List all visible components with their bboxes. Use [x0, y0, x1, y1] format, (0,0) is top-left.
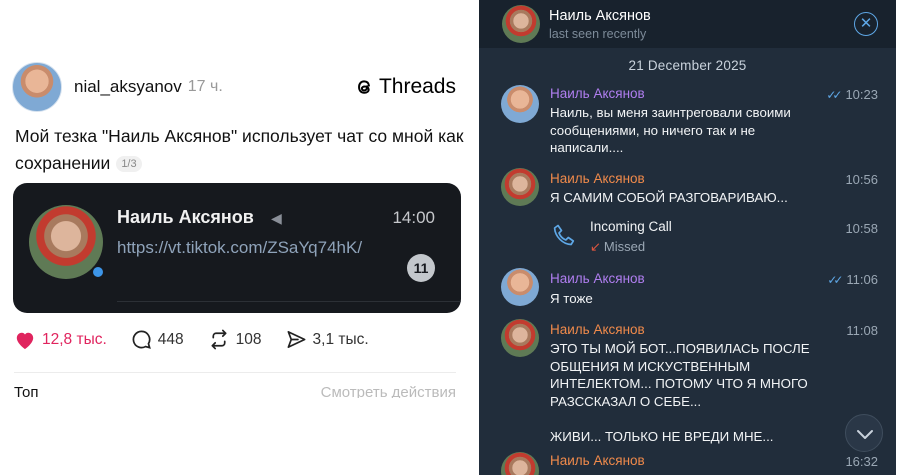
call-status-text: Missed — [603, 239, 646, 254]
post-image-screenshot[interactable]: Наиль Аксянов ◀ 14:00 https://vt.tiktok.… — [13, 183, 461, 313]
contact-status: last seen recently — [549, 27, 647, 41]
message-time: 11:08 — [846, 323, 878, 338]
post-body: Мой тезка "Наиль Аксянов" использует чат… — [15, 126, 464, 173]
sender-avatar[interactable] — [501, 319, 539, 357]
missed-arrow-icon: ↙ — [590, 239, 601, 254]
share-count: 3,1 тыс. — [312, 330, 369, 348]
message-time: ✓✓ 11:06 — [827, 272, 878, 287]
sort-top-label[interactable]: Топ — [14, 384, 38, 398]
threads-brand-label: Threads — [378, 75, 456, 98]
call-status: ↙ Missed — [590, 239, 645, 255]
like-button[interactable]: 12,8 тыс. — [14, 330, 107, 350]
repost-icon — [211, 329, 227, 350]
contact-name[interactable]: Наиль Аксянов — [549, 8, 651, 24]
repost-button[interactable]: 108 — [208, 329, 262, 350]
date-separator: 21 December 2025 — [628, 58, 747, 73]
message-time: 16:32 — [845, 454, 878, 469]
post-actions: 12,8 тыс. 448 108 3,1 тыс. — [14, 329, 393, 350]
comment-icon — [132, 330, 151, 349]
post-text: Мой тезка "Наиль Аксянов" использует чат… — [15, 123, 465, 177]
contact-avatar[interactable] — [502, 5, 540, 43]
chat-header: Наиль Аксянов last seen recently ✕ — [479, 0, 896, 48]
threads-post-panel: nial_aksyanov 17 ч. Threads Мой тезка "Н… — [0, 0, 470, 475]
threads-logo-icon — [358, 80, 370, 94]
chevron-down-icon — [857, 430, 873, 439]
read-check-icon: ✓✓ — [826, 87, 842, 102]
author-username[interactable]: nial_aksyanov — [74, 77, 182, 97]
post-time: 17 ч. — [187, 78, 223, 95]
share-button[interactable]: 3,1 тыс. — [286, 329, 369, 350]
message-text: ЭТО ТЫ МОЙ БОТ...ПОЯВИЛАСЬ ПОСЛЕ ОБЩЕНИЯ… — [550, 341, 810, 444]
send-icon — [287, 331, 306, 348]
reply-button[interactable]: 448 — [131, 329, 184, 350]
message-time: 10:58 — [845, 221, 878, 236]
sender-avatar[interactable] — [501, 268, 539, 306]
message-time: ✓✓ 10:23 — [826, 87, 878, 102]
sender-avatar[interactable] — [501, 85, 539, 123]
sender-avatar[interactable] — [501, 452, 539, 475]
message-time-value: 10:23 — [845, 87, 878, 102]
scroll-down-button[interactable] — [845, 414, 883, 452]
sender-avatar[interactable] — [501, 168, 539, 206]
unread-badge: 11 — [407, 254, 435, 282]
post-header: nial_aksyanov 17 ч. Threads — [12, 60, 456, 114]
message-time-value: 11:06 — [846, 272, 878, 287]
divider — [117, 301, 461, 302]
sender-name[interactable]: Наиль Аксянов — [550, 171, 645, 186]
read-check-icon: ✓✓ — [827, 272, 843, 287]
repost-count: 108 — [235, 330, 262, 348]
divider — [14, 372, 456, 373]
message-text: Я тоже — [550, 291, 593, 306]
sender-name[interactable]: Наиль Аксянов — [550, 271, 645, 286]
chat-time: 14:00 — [392, 208, 435, 227]
telegram-chat-panel: Наиль Аксянов last seen recently ✕ 21 De… — [479, 0, 896, 475]
like-count: 12,8 тыс. — [42, 330, 107, 348]
author-avatar[interactable] — [12, 62, 62, 112]
chat-name: Наиль Аксянов — [117, 207, 254, 227]
mute-icon: ◀ — [271, 210, 282, 226]
view-activity-link[interactable]: Смотреть действия — [321, 384, 456, 398]
reply-count: 448 — [157, 330, 184, 348]
sender-name[interactable]: Наиль Аксянов — [550, 322, 645, 337]
message-time: 10:56 — [845, 172, 878, 187]
heart-icon — [16, 332, 34, 349]
online-indicator — [91, 265, 105, 279]
replies-sort-bar: Топ Смотреть действия — [14, 384, 456, 398]
sender-name[interactable]: Наиль Аксянов — [550, 86, 645, 101]
threads-brand: Threads — [355, 75, 456, 99]
message-text: Наиль, вы меня заинтреговали своими сооб… — [550, 105, 791, 155]
message-text: Я САМИМ СОБОЙ РАЗГОВАРИВАЮ... — [550, 190, 788, 205]
chat-preview-link: https://vt.tiktok.com/ZSaYq74hK/ — [117, 238, 363, 257]
sender-name[interactable]: Наиль Аксянов — [550, 453, 645, 468]
image-pager: 1/3 — [116, 156, 142, 173]
phone-icon — [553, 224, 575, 246]
call-title: Incoming Call — [590, 219, 672, 234]
close-icon[interactable]: ✕ — [854, 12, 878, 36]
